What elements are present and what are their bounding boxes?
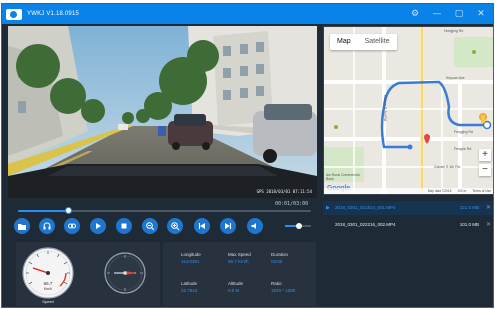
road-label: Hongjing Rd <box>444 29 464 33</box>
playback-controls <box>14 216 314 236</box>
list-item[interactable]: 2018_0301_022216_002.MP4 101.0 MB ✕ <box>323 218 493 232</box>
gauges-svg <box>22 247 146 299</box>
list-item[interactable]: ▶ 2018_0301_021914_001.MP4 221.5 MB ✕ <box>323 201 493 215</box>
longitude-value: 114.0491 <box>181 259 200 264</box>
seek-bar[interactable] <box>18 207 311 214</box>
map-view[interactable]: Map Satellite Hongjing Rd Keyuan Ave Fen… <box>323 26 493 195</box>
file-size: 101.0 MB <box>459 222 479 227</box>
settings-icon[interactable]: ⚙ <box>409 8 421 20</box>
road-label: Fengjing Rd <box>454 130 473 134</box>
gauge-panel: 66.7 Km/h Speed <box>16 242 160 306</box>
video-player[interactable]: GPS 2018/03/01 07:11:54 <box>8 26 317 198</box>
altitude-label: Altitude <box>228 281 244 286</box>
volume-slider[interactable] <box>285 223 311 229</box>
video-timestamp: GPS 2018/03/01 07:11:54 <box>256 189 312 194</box>
road-label: Gaoxin S 4th Rd <box>434 165 460 169</box>
play-icon[interactable] <box>90 218 106 234</box>
close-icon[interactable]: ✕ <box>475 8 487 20</box>
ratio-value: 1920 * 1080 <box>271 288 296 293</box>
compass-gauge <box>104 252 146 294</box>
file-name: 2018_0301_021914_001.MP4 <box>335 205 396 210</box>
zoom-in-icon[interactable] <box>167 218 183 234</box>
volume-handle[interactable] <box>296 223 303 229</box>
close-icon[interactable]: ✕ <box>486 218 491 232</box>
zoom-in-button[interactable]: + <box>479 149 491 161</box>
longitude-label: Longitude <box>181 252 201 257</box>
road-label: Keyuan Ave <box>446 76 465 80</box>
zoom-out-button[interactable]: − <box>479 164 491 176</box>
minimize-icon[interactable]: — <box>431 8 443 20</box>
map-scale: 100 m <box>457 189 467 193</box>
altitude-value: 0.0 M <box>228 288 240 293</box>
map-canvas <box>324 27 493 194</box>
tab-map[interactable]: Map <box>330 34 358 50</box>
seek-progress <box>18 210 68 212</box>
file-size: 221.5 MB <box>459 205 479 210</box>
map-terms-link[interactable]: Terms of Use <box>472 189 491 193</box>
seek-handle[interactable] <box>64 207 72 214</box>
zoom-out-icon[interactable] <box>142 218 158 234</box>
next-icon[interactable] <box>220 218 236 234</box>
previous-icon[interactable] <box>194 218 210 234</box>
latitude-value: 22.7643 <box>181 288 198 293</box>
close-icon[interactable]: ✕ <box>486 201 491 215</box>
app-logo-icon <box>6 8 22 20</box>
parked-car <box>253 104 317 163</box>
road-label: Fenghe Rd <box>454 147 472 151</box>
speed-unit: Km/h <box>43 287 53 291</box>
headphones-icon[interactable] <box>39 218 55 234</box>
speed-label: Speed <box>42 299 54 304</box>
playback-time: 00:01/03:00 <box>275 201 309 207</box>
latitude-label: Latitude <box>181 281 198 286</box>
max-speed-value: 66.7 Km/h <box>228 259 249 264</box>
title-bar: YWKJ V1.18.0915 ⚙ — ▢ ✕ <box>2 4 493 24</box>
app-window: YWKJ V1.18.0915 ⚙ — ▢ ✕ GPS 2018/03/01 0… <box>1 3 494 308</box>
file-list: ▶ 2018_0301_021914_001.MP4 221.5 MB ✕ 20… <box>323 198 493 307</box>
map-data-credit: Map data ©2018 <box>427 189 452 193</box>
road-label: Gaoxin S 3rd Rd <box>383 95 387 121</box>
duration-label: Duration <box>271 252 289 257</box>
play-icon: ▶ <box>326 205 330 211</box>
poi-label: ian Rural Commercial Bank <box>326 173 360 181</box>
map-footer: Map data ©2018 100 m Terms of Use <box>324 188 493 194</box>
app-title: YWKJ V1.18.0915 <box>27 11 80 17</box>
duration-value: 03:00 <box>271 259 283 264</box>
file-name: 2018_0301_022216_002.MP4 <box>335 222 396 227</box>
volume-icon[interactable] <box>247 218 263 234</box>
max-speed-label: Max Speed <box>228 252 251 257</box>
folder-icon[interactable] <box>14 218 30 234</box>
ratio-label: Ratio <box>271 281 282 286</box>
dashcam-frame <box>8 26 317 198</box>
stop-icon[interactable] <box>116 218 132 234</box>
map-type-tabs: Map Satellite <box>330 34 397 50</box>
speed-value: 66.7 <box>43 281 53 286</box>
trip-info-panel: Longitude 114.0491 Max Speed 66.7 Km/h D… <box>163 242 316 306</box>
link-icon[interactable] <box>64 218 80 234</box>
restore-icon[interactable]: ▢ <box>453 8 465 20</box>
tab-satellite[interactable]: Satellite <box>358 34 397 50</box>
